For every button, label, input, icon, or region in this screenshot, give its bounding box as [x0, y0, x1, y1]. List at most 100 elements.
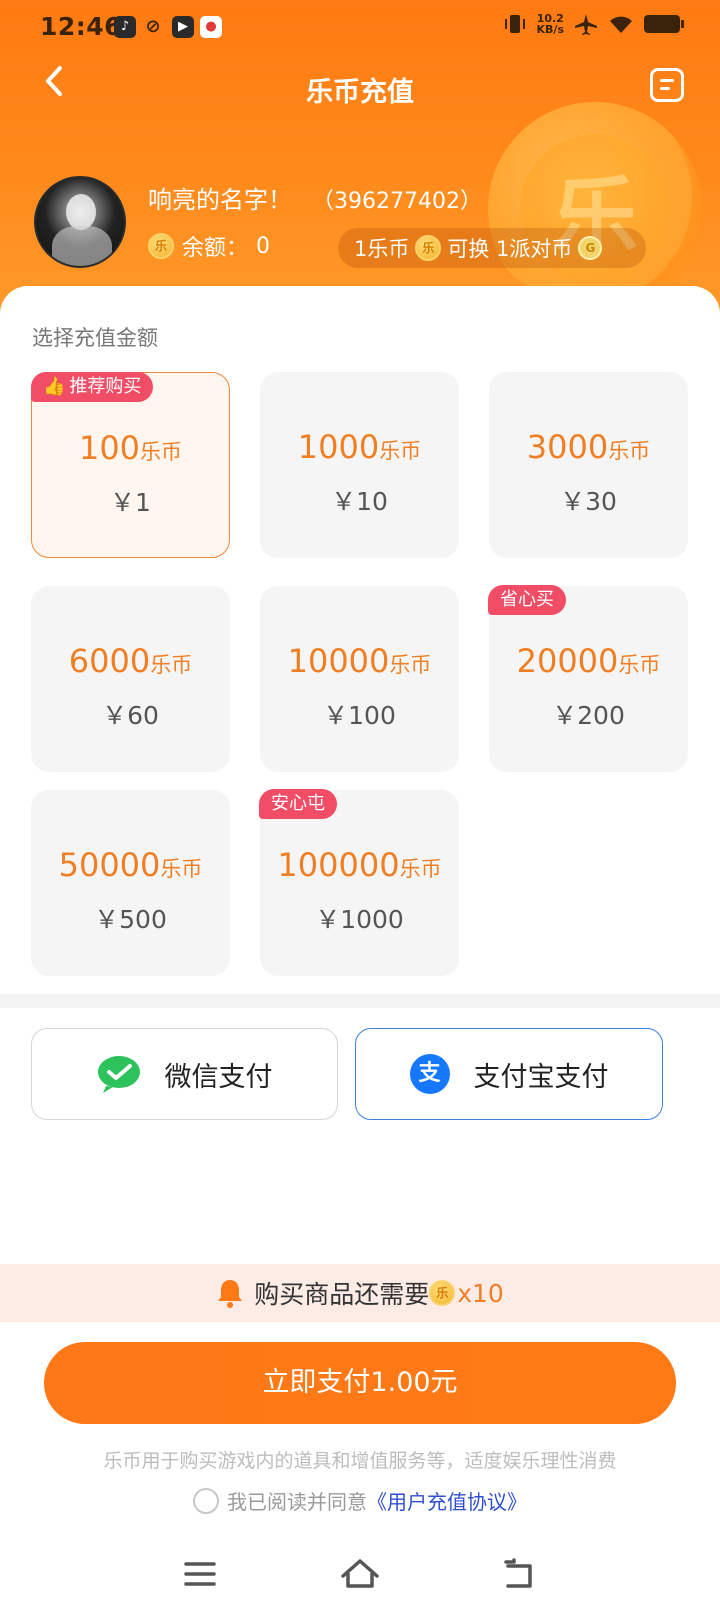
package-coins-unit: 乐币 — [150, 653, 193, 677]
le-coin-icon: 乐 — [148, 233, 174, 259]
package-card[interactable]: 👍 推荐购买 100乐币 ￥1 — [31, 372, 230, 558]
agree-text: 我已阅读并同意 — [227, 1490, 367, 1514]
package-coins-value: 1000 — [297, 428, 380, 466]
package-coins: 50000乐币 — [31, 846, 230, 884]
section-label: 选择充值金额 — [32, 326, 158, 350]
status-bar: 12:46 ♪ ⊘ ▶ ● 10.2 KB/s — [0, 0, 720, 54]
package-coins-value: 50000 — [58, 846, 161, 884]
package-coins-value: 100 — [78, 429, 141, 467]
package-card[interactable]: 6000乐币 ￥60 — [31, 586, 230, 772]
package-coins: 20000乐币 — [489, 642, 688, 680]
video-app-icon: ▶ — [172, 16, 194, 38]
user-name: 响亮的名字！ — [148, 186, 292, 214]
bell-icon — [218, 1280, 243, 1308]
party-coin-icon: G — [578, 236, 603, 260]
balance-value: 0 — [256, 233, 271, 259]
tiktok-icon: ♪ — [114, 16, 136, 38]
section-divider — [0, 994, 720, 1008]
home-icon[interactable] — [338, 1552, 382, 1596]
badge-label: 省心买 — [500, 589, 554, 610]
exchange-left: 1乐币 — [354, 237, 410, 261]
package-price: ￥1000 — [315, 905, 404, 934]
menu-line — [660, 87, 670, 90]
wechat-pay-button[interactable]: 微信支付 — [31, 1028, 338, 1120]
menu-icon[interactable] — [178, 1552, 222, 1596]
package-coins-value: 10000 — [287, 642, 390, 680]
package-price: ￥60 — [102, 701, 159, 730]
page-title: 乐币充值 — [306, 77, 414, 108]
order-list-button[interactable] — [650, 68, 684, 102]
package-coins-value: 20000 — [516, 642, 619, 680]
package-price: ￥100 — [323, 701, 396, 730]
menu-line — [660, 79, 674, 82]
package-coins: 6000乐币 — [31, 642, 230, 680]
wifi-icon — [610, 16, 632, 33]
package-card[interactable]: 50000乐币 ￥500 — [31, 790, 230, 976]
badge-label: 安心屯 — [271, 793, 325, 814]
alipay-label: 支付宝支付 — [473, 1061, 609, 1093]
back-nav-icon[interactable] — [498, 1552, 542, 1596]
badge-label: 推荐购买 — [69, 376, 142, 397]
disclaimer: 乐币用于购买游戏内的道具和增值服务等，适度娱乐理性消费 — [103, 1450, 617, 1472]
package-coins-unit: 乐币 — [379, 439, 422, 463]
badge-worry-free: 省心买 — [488, 585, 566, 615]
notice-bar: 购买商品还需要 乐 x10 — [0, 1264, 720, 1322]
package-coins-unit: 乐币 — [160, 857, 203, 881]
package-price: ￥1 — [110, 488, 151, 517]
net-speed-unit: KB/s — [536, 23, 564, 36]
balance: 乐 余额： 0 — [148, 230, 270, 262]
status-time: 12:46 — [40, 12, 123, 41]
package-coins-unit: 乐币 — [608, 439, 651, 463]
system-navbar — [0, 1540, 720, 1612]
package-card[interactable]: 10000乐币 ￥100 — [260, 586, 459, 772]
package-coins: 10000乐币 — [260, 642, 459, 680]
badge-peace-of-mind: 安心屯 — [259, 789, 337, 819]
package-coins: 3000乐币 — [489, 428, 688, 466]
package-coins-unit: 乐币 — [618, 653, 661, 677]
package-card[interactable]: 省心买 20000乐币 ￥200 — [488, 585, 688, 772]
package-price: ￥30 — [560, 487, 617, 516]
user-id: （396277402） — [312, 189, 482, 214]
package-coins-unit: 乐币 — [399, 857, 442, 881]
package-coins: 1000乐币 — [260, 428, 459, 466]
pay-now-button[interactable]: 立即支付1.00元 — [44, 1342, 676, 1424]
package-coins-unit: 乐币 — [389, 653, 432, 677]
package-price: ￥500 — [94, 905, 167, 934]
package-card[interactable]: 安心屯 100000乐币 ￥1000 — [259, 789, 459, 976]
package-coins-value: 3000 — [526, 428, 609, 466]
notice-text: 购买商品还需要 — [254, 1280, 430, 1309]
net-speed: 10.2 KB/s — [537, 13, 564, 35]
airplane-icon — [575, 14, 597, 35]
alipay-icon: 支 — [409, 1054, 450, 1094]
exchange-right: 可换 1派对币 — [447, 237, 573, 261]
agreement-row: 我已阅读并同意 《用户充值协议》 — [0, 1486, 720, 1515]
package-coins: 100乐币 — [32, 429, 229, 467]
wechat-pay-label: 微信支付 — [164, 1061, 273, 1093]
package-coins-unit: 乐币 — [140, 440, 183, 464]
sport-app-icon: ⊘ — [145, 16, 161, 37]
le-coin-icon: 乐 — [415, 235, 442, 261]
le-coin-icon: 乐 — [429, 1280, 456, 1306]
notice-amount: x10 — [457, 1278, 504, 1308]
badge-recommended: 👍 推荐购买 — [31, 372, 154, 402]
user-name-line: 响亮的名字！ （396277402） — [148, 180, 482, 215]
agree-checkbox[interactable] — [193, 1487, 219, 1514]
package-price: ￥200 — [552, 701, 625, 730]
thumbs-up-icon: 👍 — [43, 376, 66, 397]
status-right: 10.2 KB/s — [503, 13, 684, 35]
package-coins: 100000乐币 — [260, 846, 459, 884]
user-agreement-link[interactable]: 《用户充值协议》 — [367, 1486, 527, 1515]
pin-app-icon: ● — [200, 16, 222, 38]
package-card[interactable]: 3000乐币 ￥30 — [489, 372, 688, 558]
battery-icon — [644, 15, 684, 33]
package-coins-value: 6000 — [68, 642, 151, 680]
exchange-rate-pill: 1乐币 乐 可换 1派对币 G — [338, 228, 646, 268]
package-price: ￥10 — [331, 487, 388, 516]
avatar[interactable] — [34, 176, 126, 268]
vibrate-icon — [504, 15, 525, 33]
package-card[interactable]: 1000乐币 ￥10 — [260, 372, 459, 558]
alipay-button[interactable]: 支 支付宝支付 — [355, 1028, 663, 1120]
balance-label: 余额： — [182, 236, 249, 261]
wechat-icon — [97, 1056, 140, 1093]
package-coins-value: 100000 — [277, 846, 400, 884]
